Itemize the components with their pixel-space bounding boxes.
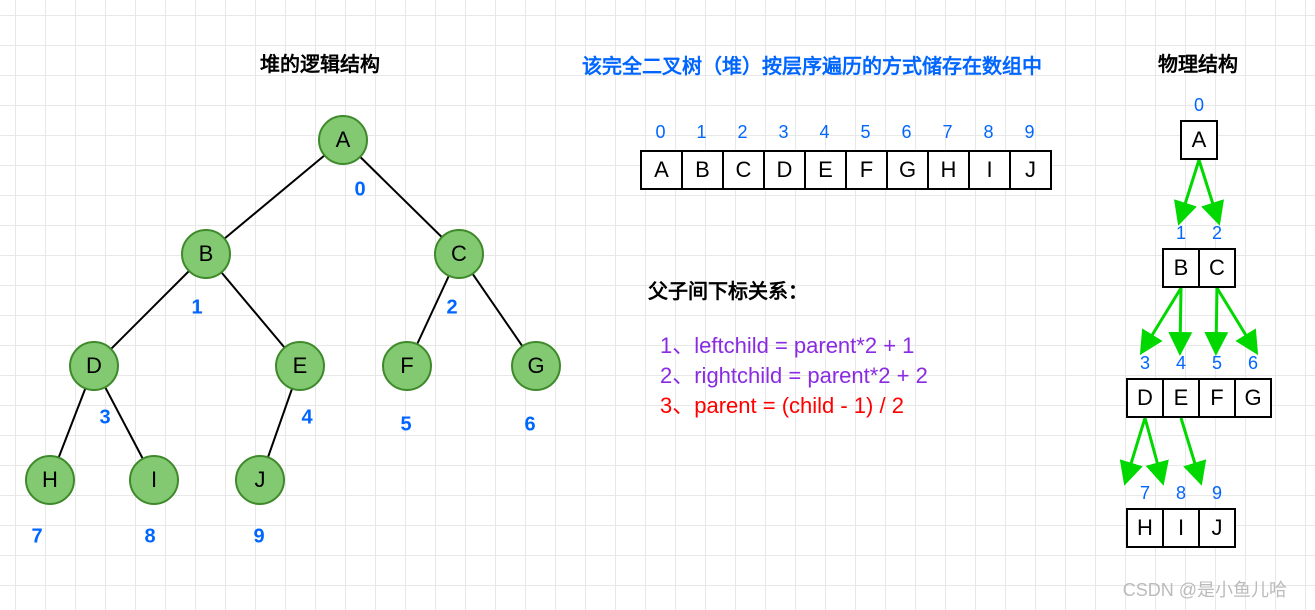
- physical-cell: E: [1162, 378, 1200, 418]
- physical-index: 6: [1248, 353, 1258, 374]
- relations-title: 父子间下标关系：: [648, 275, 808, 304]
- tree-node-index: 6: [524, 414, 535, 437]
- tree-node: I: [129, 455, 179, 505]
- storage-title: 该完全二叉树（堆）按层序遍历的方式储存在数组中: [582, 50, 1042, 79]
- physical-index: 3: [1140, 353, 1150, 374]
- array-index: 8: [983, 122, 993, 143]
- array-index: 6: [901, 122, 911, 143]
- physical-row: DEFG: [1126, 378, 1272, 418]
- tree-node: B: [181, 229, 231, 279]
- physical-cell: H: [1126, 508, 1164, 548]
- physical-cell: F: [1198, 378, 1236, 418]
- physical-index: 2: [1212, 223, 1222, 244]
- array-cell: G: [886, 150, 929, 190]
- physical-cell: J: [1198, 508, 1236, 548]
- physical-index: 9: [1212, 483, 1222, 504]
- physical-cell: D: [1126, 378, 1164, 418]
- watermark: CSDN @是小鱼儿哈: [1123, 576, 1287, 602]
- physical-index: 5: [1212, 353, 1222, 374]
- tree-node: F: [382, 341, 432, 391]
- physical-row: HIJ: [1126, 508, 1236, 548]
- array-index: 9: [1024, 122, 1034, 143]
- tree-node: G: [511, 341, 561, 391]
- physical-cell: C: [1198, 248, 1236, 288]
- physical-row: A: [1180, 120, 1218, 160]
- logical-title: 堆的逻辑结构: [260, 48, 380, 77]
- array-cell: C: [722, 150, 765, 190]
- physical-row: BC: [1162, 248, 1236, 288]
- array-index: 3: [778, 122, 788, 143]
- array-row: ABCDEFGHIJ: [640, 150, 1052, 190]
- array-index: 7: [942, 122, 952, 143]
- array-index: 1: [696, 122, 706, 143]
- tree-node-index: 1: [191, 297, 202, 320]
- array-cell: H: [927, 150, 970, 190]
- physical-cell: I: [1162, 508, 1200, 548]
- tree-node-index: 0: [354, 179, 365, 202]
- tree-node: C: [434, 229, 484, 279]
- physical-cell: A: [1180, 120, 1218, 160]
- tree-node-index: 7: [31, 526, 42, 549]
- tree-node-index: 4: [301, 407, 312, 430]
- array-cell: J: [1009, 150, 1052, 190]
- physical-cell: G: [1234, 378, 1272, 418]
- array-index: 5: [860, 122, 870, 143]
- array-cell: F: [845, 150, 888, 190]
- physical-cell: B: [1162, 248, 1200, 288]
- array-cell: I: [968, 150, 1011, 190]
- physical-index: 8: [1176, 483, 1186, 504]
- array-index: 2: [737, 122, 747, 143]
- array-cell: E: [804, 150, 847, 190]
- array-cell: B: [681, 150, 724, 190]
- array-cell: D: [763, 150, 806, 190]
- tree-node: J: [235, 455, 285, 505]
- tree-node-index: 5: [400, 414, 411, 437]
- relation-line: 1、leftchild = parent*2 + 1: [660, 328, 914, 360]
- relation-line: 3、parent = (child - 1) / 2: [660, 388, 904, 420]
- tree-node-index: 2: [446, 297, 457, 320]
- tree-node: D: [69, 341, 119, 391]
- relation-line: 2、rightchild = parent*2 + 2: [660, 358, 928, 390]
- physical-index: 0: [1194, 95, 1204, 116]
- tree-node: E: [275, 341, 325, 391]
- tree-node-index: 8: [144, 526, 155, 549]
- array-index: 4: [819, 122, 829, 143]
- tree-node: H: [25, 455, 75, 505]
- physical-index: 4: [1176, 353, 1186, 374]
- tree-node-index: 9: [253, 526, 264, 549]
- tree-node: A: [318, 115, 368, 165]
- array-cell: A: [640, 150, 683, 190]
- physical-title: 物理结构: [1158, 48, 1238, 77]
- physical-index: 1: [1176, 223, 1186, 244]
- array-index: 0: [655, 122, 665, 143]
- physical-index: 7: [1140, 483, 1150, 504]
- tree-node-index: 3: [99, 407, 110, 430]
- diagram: 堆的逻辑结构 该完全二叉树（堆）按层序遍历的方式储存在数组中 物理结构 ABCD…: [0, 0, 1315, 610]
